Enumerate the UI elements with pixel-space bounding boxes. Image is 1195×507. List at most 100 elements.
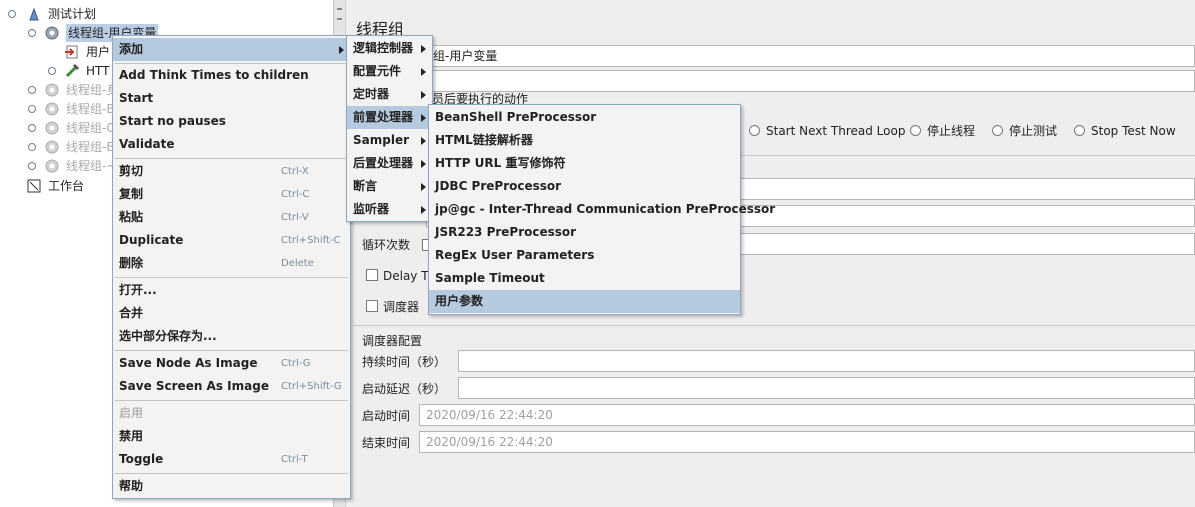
radio-start-next-loop[interactable]: Start Next Thread Loop (749, 122, 905, 140)
divider-grip-icon (337, 18, 342, 23)
submenu-item-assertion[interactable]: 断言 (347, 175, 432, 198)
menu-separator (115, 158, 348, 159)
tree-item-label: 线程组-~ (66, 159, 117, 173)
submenu-arrow-icon (421, 68, 426, 76)
menu-item-add-think-times[interactable]: Add Think Times to children (113, 64, 350, 87)
preprocessor-item-user-parameters[interactable]: 用户参数 (429, 290, 740, 313)
tree-item-thread-group[interactable]: 线程组-~ (28, 157, 118, 175)
preprocessor-item-http-url-rewriter[interactable]: HTTP URL 重写修饰符 (429, 152, 740, 175)
gear-icon (44, 25, 60, 41)
delay-thread-option[interactable]: Delay Th (366, 266, 436, 286)
tree-toggle-icon[interactable] (28, 86, 36, 94)
radio-stop-test[interactable]: 停止测试 (992, 122, 1057, 140)
tree-toggle-icon[interactable] (28, 143, 36, 151)
name-field[interactable]: 组-用户变量 (426, 45, 1195, 67)
scheduler-config-title: 调度器配置 (362, 334, 423, 348)
menu-item-save-selection[interactable]: 选中部分保存为... (113, 325, 350, 348)
menu-item-paste[interactable]: 粘贴 Ctrl-V (113, 206, 350, 229)
gear-icon (44, 139, 60, 155)
pipette-icon (64, 63, 80, 79)
end-time-field[interactable]: 2020/09/16 22:44:20 (419, 431, 1195, 453)
submenu-item-sampler[interactable]: Sampler (347, 129, 432, 152)
duration-label: 持续时间（秒） (362, 355, 447, 369)
submenu-item-timer[interactable]: 定时器 (347, 83, 432, 106)
menu-item-save-screen-image[interactable]: Save Screen As Image Ctrl+Shift-G (113, 375, 350, 398)
menu-separator (115, 473, 348, 474)
tree-item-test-plan[interactable]: 测试计划 (8, 5, 208, 23)
menu-item-add[interactable]: 添加 (113, 38, 350, 61)
menu-item-help[interactable]: 帮助 (113, 475, 350, 498)
workbench-icon (26, 178, 42, 194)
test-plan-icon (26, 6, 42, 22)
tree-toggle-icon[interactable] (48, 67, 56, 75)
tree-item-label: 用户 (86, 45, 111, 59)
context-menu[interactable]: 添加 Add Think Times to children Start Sta… (112, 35, 351, 499)
menu-item-delete[interactable]: 删除 Delete (113, 252, 350, 275)
add-submenu[interactable]: 逻辑控制器 配置元件 定时器 前置处理器 Sampler 后置处理器 断言 监听… (346, 35, 433, 222)
submenu-arrow-icon (421, 206, 426, 214)
tree-item-thread-group[interactable]: 线程组-B (28, 100, 118, 118)
preprocessor-submenu[interactable]: BeanShell PreProcessor HTML链接解析器 HTTP UR… (428, 104, 775, 315)
submenu-item-postprocessor[interactable]: 后置处理器 (347, 152, 432, 175)
start-time-label: 启动时间 (362, 409, 411, 423)
menu-item-duplicate[interactable]: Duplicate Ctrl+Shift-C (113, 229, 350, 252)
menu-item-start[interactable]: Start (113, 87, 350, 110)
preprocessor-item-beanshell[interactable]: BeanShell PreProcessor (429, 106, 740, 129)
preprocessor-item-jsr223[interactable]: JSR223 PreProcessor (429, 221, 740, 244)
comments-field[interactable] (426, 70, 1195, 92)
start-time-field[interactable]: 2020/09/16 22:44:20 (419, 404, 1195, 426)
gear-icon (44, 101, 60, 117)
checkbox-icon (366, 300, 378, 312)
preprocessor-item-sample-timeout[interactable]: Sample Timeout (429, 267, 740, 290)
menu-item-disable[interactable]: 禁用 (113, 425, 350, 448)
menu-item-open[interactable]: 打开... (113, 279, 350, 302)
tree-item-thread-group[interactable]: 线程组-E (28, 138, 118, 156)
menu-separator (115, 277, 348, 278)
radio-icon (992, 125, 1003, 136)
tree-item-label: 线程组-身 (66, 83, 119, 97)
radio-stop-test-now[interactable]: Stop Test Now (1074, 122, 1176, 140)
preprocessor-item-html-link-parser[interactable]: HTML链接解析器 (429, 129, 740, 152)
tree-item-workbench[interactable]: 工作台 (10, 177, 110, 195)
radio-icon (749, 125, 760, 136)
duration-field[interactable] (458, 350, 1195, 372)
tree-toggle-icon[interactable] (28, 29, 36, 37)
menu-item-save-node-image[interactable]: Save Node As Image Ctrl-G (113, 352, 350, 375)
menu-item-validate[interactable]: Validate (113, 133, 350, 156)
tree-toggle-icon[interactable] (8, 10, 16, 18)
menu-item-toggle[interactable]: Toggle Ctrl-T (113, 448, 350, 471)
scheduler-option[interactable]: 调度器 (366, 297, 419, 317)
submenu-item-config-element[interactable]: 配置元件 (347, 60, 432, 83)
tree-item-thread-group[interactable]: 线程组-身 (28, 81, 118, 99)
submenu-item-preprocessor[interactable]: 前置处理器 (347, 106, 432, 129)
submenu-item-logic-controller[interactable]: 逻辑控制器 (347, 37, 432, 60)
menu-item-enable: 启用 (119, 406, 144, 420)
tree-item-label: 测试计划 (48, 7, 97, 21)
menu-item-merge[interactable]: 合并 (113, 302, 350, 325)
preprocessor-item-jdbc[interactable]: JDBC PreProcessor (429, 175, 740, 198)
tree-toggle-icon[interactable] (28, 105, 36, 113)
radio-stop-thread[interactable]: 停止线程 (910, 122, 975, 140)
menu-separator (115, 400, 348, 401)
submenu-arrow-icon (421, 137, 426, 145)
menu-item-copy[interactable]: 复制 Ctrl-C (113, 183, 350, 206)
startup-delay-label: 启动延迟（秒） (362, 382, 447, 396)
divider-grip-icon (337, 8, 342, 13)
submenu-arrow-icon (421, 45, 426, 53)
radio-icon (1074, 125, 1085, 136)
submenu-item-listener[interactable]: 监听器 (347, 198, 432, 221)
gear-icon (44, 158, 60, 174)
preprocessor-item-regex-user-params[interactable]: RegEx User Parameters (429, 244, 740, 267)
tree-item-http[interactable]: HTT (48, 62, 118, 80)
preprocessor-icon (64, 44, 80, 60)
submenu-arrow-icon (421, 160, 426, 168)
loop-count-field[interactable] (738, 233, 1195, 255)
startup-delay-field[interactable] (458, 377, 1195, 399)
preprocessor-item-inter-thread[interactable]: jp@gc - Inter-Thread Communication PrePr… (429, 198, 775, 221)
menu-item-cut[interactable]: 剪切 Ctrl-X (113, 160, 350, 183)
menu-item-start-no-pauses[interactable]: Start no pauses (113, 110, 350, 133)
menu-separator (115, 350, 348, 351)
tree-item-thread-group[interactable]: 线程组-C (28, 119, 118, 137)
tree-toggle-icon[interactable] (28, 162, 36, 170)
tree-toggle-icon[interactable] (28, 124, 36, 132)
